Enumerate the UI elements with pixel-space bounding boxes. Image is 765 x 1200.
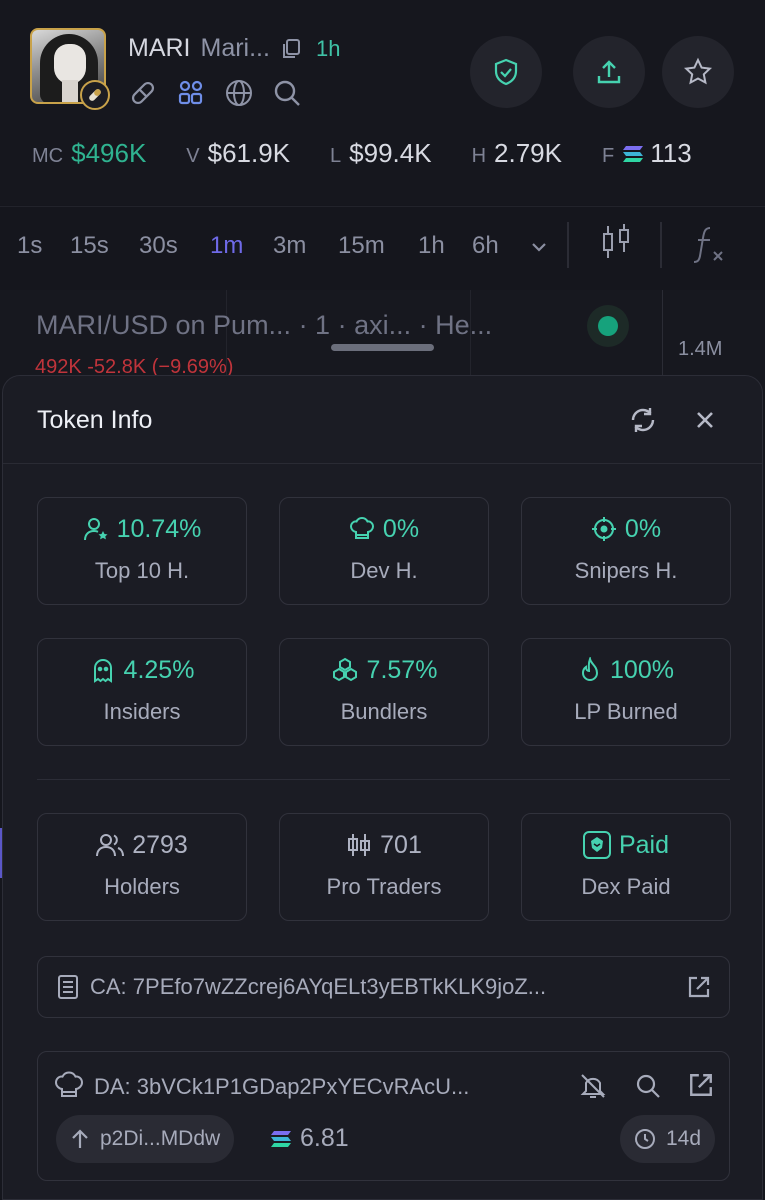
dev-address-panel: DA: 3bVCk1P1GDap2PxYECvRAcU... p2Di...MD… <box>37 1051 730 1181</box>
chef-hat-icon <box>349 516 375 542</box>
candles-icon <box>346 832 372 858</box>
solana-icon <box>270 1130 292 1148</box>
shield-check-icon <box>494 58 518 86</box>
funding-address-chip[interactable]: p2Di...MDdw <box>56 1115 235 1163</box>
divider <box>660 222 662 268</box>
holders-stat: H 2.79K <box>471 138 562 168</box>
external-link-icon[interactable] <box>687 975 711 999</box>
holders-card[interactable]: 2793 Holders <box>37 813 247 921</box>
flame-icon <box>578 657 602 683</box>
token-header: MARI Mari... 1h MC $496K V $61.9K L $99.… <box>0 0 765 205</box>
fees-stat: F 113 <box>601 138 692 168</box>
clock-icon <box>634 1128 656 1150</box>
external-link-icon[interactable] <box>688 1072 714 1098</box>
token-ticker: MARI <box>128 34 191 62</box>
candlestick-icon[interactable] <box>600 222 632 262</box>
dexscreener-icon <box>582 831 611 859</box>
share-icon <box>597 60 621 84</box>
market-cap-stat: MC $496K <box>32 138 147 168</box>
apps-icon[interactable] <box>176 78 206 108</box>
close-button[interactable] <box>687 402 723 438</box>
favorite-button[interactable] <box>662 36 734 108</box>
top10-holders-card[interactable]: 10.74% Top 10 H. <box>37 497 247 605</box>
eye-off-icon[interactable] <box>579 1072 607 1100</box>
crosshair-icon <box>591 516 617 542</box>
token-name: Mari... <box>200 34 270 62</box>
timeframe-3m[interactable]: 3m <box>273 232 306 260</box>
solana-icon <box>622 145 644 163</box>
security-button[interactable] <box>470 36 542 108</box>
user-star-icon <box>83 516 109 542</box>
timeframe-6h[interactable]: 6h <box>472 232 499 260</box>
search-icon[interactable] <box>272 78 302 108</box>
section-divider <box>37 779 730 780</box>
bundlers-card[interactable]: 7.57% Bundlers <box>279 638 489 746</box>
dev-holdings-card[interactable]: 0% Dev H. <box>279 497 489 605</box>
timeframe-1h[interactable]: 1h <box>418 232 445 260</box>
timeframe-30s[interactable]: 30s <box>139 232 178 260</box>
token-age: 1h <box>315 35 341 61</box>
dev-age-chip: 14d <box>620 1115 716 1163</box>
refresh-button[interactable] <box>625 402 661 438</box>
boxes-icon <box>331 657 359 683</box>
dex-paid-card[interactable]: Paid Dex Paid <box>521 813 731 921</box>
refresh-icon <box>631 408 655 432</box>
token-stats: MC $496K V $61.9K L $99.4K H 2.79K F 113 <box>32 138 692 169</box>
snipers-holdings-card[interactable]: 0% Snipers H. <box>521 497 731 605</box>
volume-stat: V $61.9K <box>186 138 291 168</box>
insiders-card[interactable]: 4.25% Insiders <box>37 638 247 746</box>
ghost-icon <box>90 657 116 683</box>
timeframe-15s[interactable]: 15s <box>70 232 109 260</box>
share-button[interactable] <box>573 36 645 108</box>
chart-symbol-title: MARI/USD on Pum... · 1 · axi... · He... <box>36 310 493 340</box>
token-info-sheet: Token Info 10.74% Top 10 H. 0% Dev H. 0%… <box>2 375 763 1200</box>
sheet-drag-handle[interactable] <box>331 344 434 351</box>
timeframe-1m[interactable]: 1m <box>210 232 243 260</box>
indicators-icon[interactable] <box>692 224 726 264</box>
pro-traders-card[interactable]: 701 Pro Traders <box>279 813 489 921</box>
arrow-up-icon <box>70 1128 90 1150</box>
volume-axis-label: 1.4M <box>678 338 723 360</box>
search-icon[interactable] <box>634 1072 662 1100</box>
close-icon <box>697 412 713 428</box>
chef-hat-icon <box>54 1070 84 1100</box>
star-icon <box>683 57 713 85</box>
globe-icon[interactable] <box>224 78 254 108</box>
divider <box>567 222 569 268</box>
contract-address[interactable]: CA: 7PEfo7wZZcrej6AYqELt3yEBTkKLK9joZ... <box>90 974 546 1000</box>
live-status-dot <box>587 305 629 347</box>
sheet-header: Token Info <box>3 376 762 464</box>
liquidity-stat: L $99.4K <box>330 138 432 168</box>
timeframe-1s[interactable]: 1s <box>17 232 42 260</box>
pill-icon <box>80 80 110 110</box>
users-icon <box>96 832 125 858</box>
dev-address[interactable]: DA: 3bVCk1P1GDap2PxYECvRAcU... <box>94 1074 469 1100</box>
lp-burned-card[interactable]: 100% LP Burned <box>521 638 731 746</box>
sheet-title: Token Info <box>37 406 153 434</box>
copy-icon[interactable] <box>280 38 302 60</box>
chevron-down-icon[interactable] <box>528 236 550 258</box>
contract-address-row[interactable]: CA: 7PEfo7wZZcrej6AYqELt3yEBTkKLK9joZ... <box>37 956 730 1018</box>
document-icon <box>56 974 80 1000</box>
dev-sol-balance: 6.81 <box>270 1124 349 1153</box>
timeframe-15m[interactable]: 15m <box>338 232 385 260</box>
link-icon[interactable] <box>128 78 158 108</box>
